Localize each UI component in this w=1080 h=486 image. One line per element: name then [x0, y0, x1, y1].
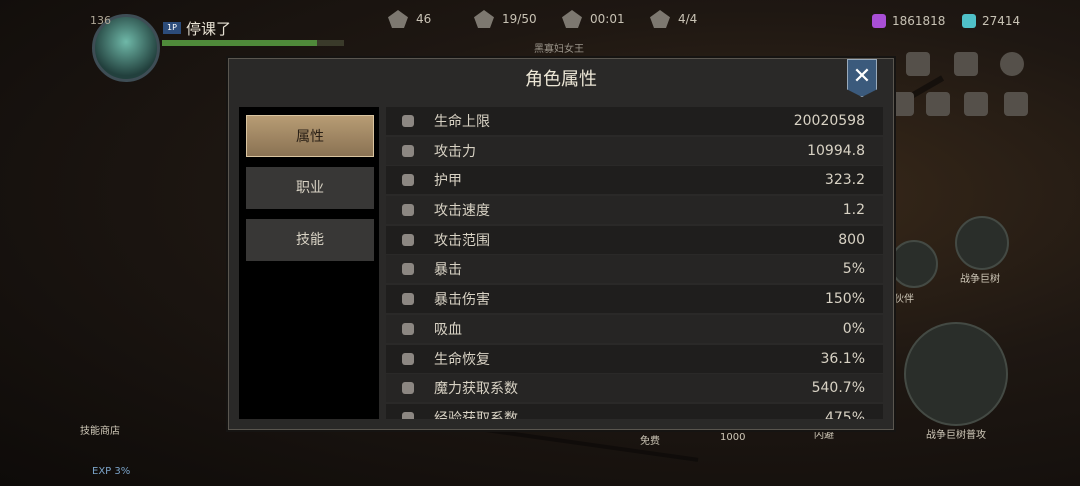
war-tree-label: 战争巨树 — [960, 274, 1000, 285]
heart-icon — [402, 115, 414, 127]
tab-class[interactable]: 职业 — [246, 167, 374, 209]
hud-stat-hp: 19/50 — [474, 10, 537, 28]
fist-icon — [388, 10, 408, 28]
skill-slot-2-icon[interactable] — [926, 92, 950, 116]
player-badge: 1P — [163, 22, 181, 34]
gear-icon[interactable] — [1000, 52, 1024, 76]
shield-crest-icon — [650, 10, 670, 28]
purple-gem-icon — [872, 14, 886, 28]
play-icon[interactable] — [906, 52, 930, 76]
attribute-row: 经验获取系数 475% — [386, 403, 883, 419]
boss-name: 黑寡妇女王 — [534, 44, 584, 55]
war-tree-icon[interactable] — [955, 216, 1009, 270]
sword-icon — [402, 144, 414, 157]
exp-icon — [402, 411, 414, 419]
exp-label: EXP 3% — [92, 466, 131, 477]
hud-stat-power: 46 — [388, 10, 431, 28]
resource-crystals: 27414 — [962, 14, 1020, 28]
shield-icon — [402, 174, 414, 187]
attack-label: 战争巨树普攻 — [926, 430, 986, 441]
tab-skills[interactable]: 技能 — [246, 219, 374, 261]
skill-shop-label[interactable]: 技能商店 — [80, 422, 120, 437]
player-hp-bar — [162, 40, 344, 46]
companion-label: 伙伴 — [894, 294, 914, 305]
hud-stat-wave: 4/4 — [650, 10, 697, 28]
attribute-row: 生命上限 20020598 — [386, 107, 883, 135]
character-attributes-modal: 角色属性 ✕ 属性 职业 技能 生命上限 20020598 攻击力 10994.8 … — [228, 58, 894, 430]
attribute-row: 攻击力 10994.8 — [386, 136, 883, 165]
companion-icon[interactable] — [890, 240, 938, 288]
swift-icon — [402, 204, 414, 217]
cost-label: 1000 — [720, 432, 746, 443]
attribute-row: 魔力获取系数 540.7% — [386, 374, 883, 403]
cyan-crystal-icon — [962, 14, 976, 28]
hud-stat-timer: 00:01 — [562, 10, 625, 28]
attribute-row: 攻击速度 1.2 — [386, 196, 883, 225]
screen-icon[interactable] — [954, 52, 978, 76]
attribute-row: 暴击伤害 150% — [386, 285, 883, 314]
regen-icon — [402, 352, 414, 365]
modal-title: 角色属性 — [525, 69, 597, 90]
heartbeat-icon — [474, 10, 494, 28]
attribute-row: 暴击 5% — [386, 255, 883, 284]
attack-button[interactable] — [904, 322, 1008, 426]
player-name: 停课了 — [186, 20, 232, 38]
player-level: 136 — [90, 14, 111, 27]
free-label: 免费 — [640, 436, 660, 447]
range-icon — [402, 233, 414, 246]
attribute-list[interactable]: 生命上限 20020598 攻击力 10994.8 护甲 323.2 攻击速度 1.2 … — [386, 107, 883, 419]
crit-icon — [402, 263, 414, 276]
mana-icon — [402, 382, 414, 395]
attribute-row: 攻击范围 800 — [386, 225, 883, 254]
swords-icon — [562, 10, 582, 28]
tab-attributes[interactable]: 属性 — [246, 115, 374, 157]
resource-gems: 1861818 — [872, 14, 945, 28]
skill-slot-3-icon[interactable] — [964, 92, 988, 116]
drop-icon — [402, 322, 414, 335]
attribute-row: 生命恢复 36.1% — [386, 344, 883, 373]
close-button[interactable]: ✕ — [847, 59, 877, 97]
attribute-row: 护甲 323.2 — [386, 166, 883, 195]
attribute-row: 吸血 0% — [386, 314, 883, 343]
flame-icon — [402, 293, 414, 306]
tab-panel: 属性 职业 技能 — [239, 107, 379, 419]
skill-slot-4-icon[interactable] — [1004, 92, 1028, 116]
